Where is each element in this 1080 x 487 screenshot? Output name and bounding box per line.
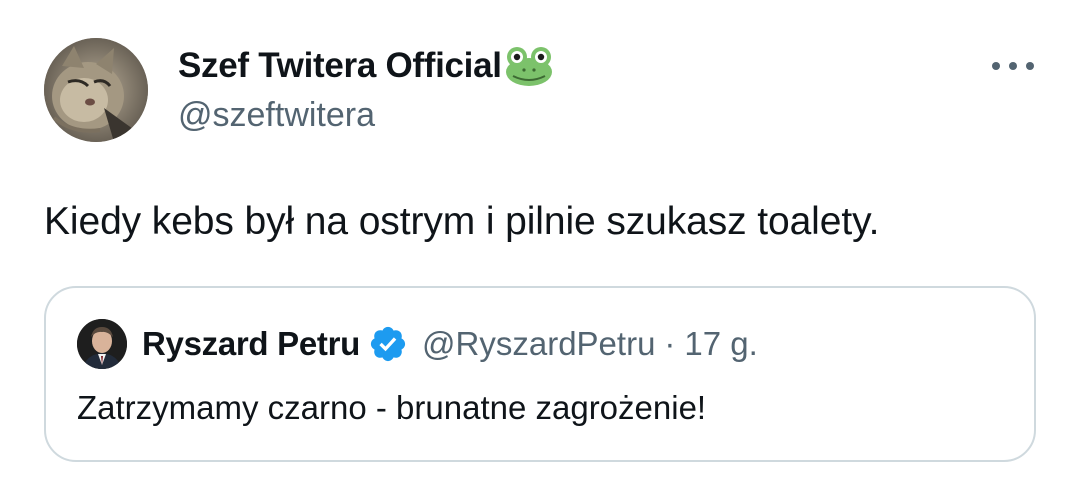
man-portrait-avatar-image [77,319,127,369]
tweet: Szef Twitera Official @szeftwitera Kiedy… [0,0,1080,487]
header-separator: · [664,325,676,362]
quoted-author-handle[interactable]: @RyszardPetru [422,325,655,363]
quoted-tweet-card[interactable]: Ryszard Petru @RyszardPetru · 17 g. Zatr… [44,286,1036,462]
cat-avatar-image [44,38,148,142]
quoted-author-name[interactable]: Ryszard Petru [142,325,360,363]
more-horizontal-icon [1026,62,1034,70]
author-avatar[interactable] [44,38,148,142]
quoted-tweet-text: Zatrzymamy czarno - brunatne zagrożenie! [77,389,707,426]
quoted-tweet-header: Ryszard Petru @RyszardPetru · 17 g. [142,321,758,367]
author-display-name[interactable]: Szef Twitera Official [178,46,502,86]
quoted-author-avatar[interactable] [77,319,127,369]
tweet-text: Kiedy kebs był na ostrym i pilnie szukas… [44,200,880,243]
frog-face-icon [504,44,554,88]
more-horizontal-icon [1009,62,1017,70]
more-horizontal-icon [992,62,1000,70]
more-options-button[interactable] [990,52,1036,80]
verified-badge-icon [368,324,408,364]
quoted-tweet-timestamp[interactable]: 17 g. [684,325,757,363]
author-handle[interactable]: @szeftwitera [178,96,375,135]
author-name-row[interactable]: Szef Twitera Official [178,44,554,88]
